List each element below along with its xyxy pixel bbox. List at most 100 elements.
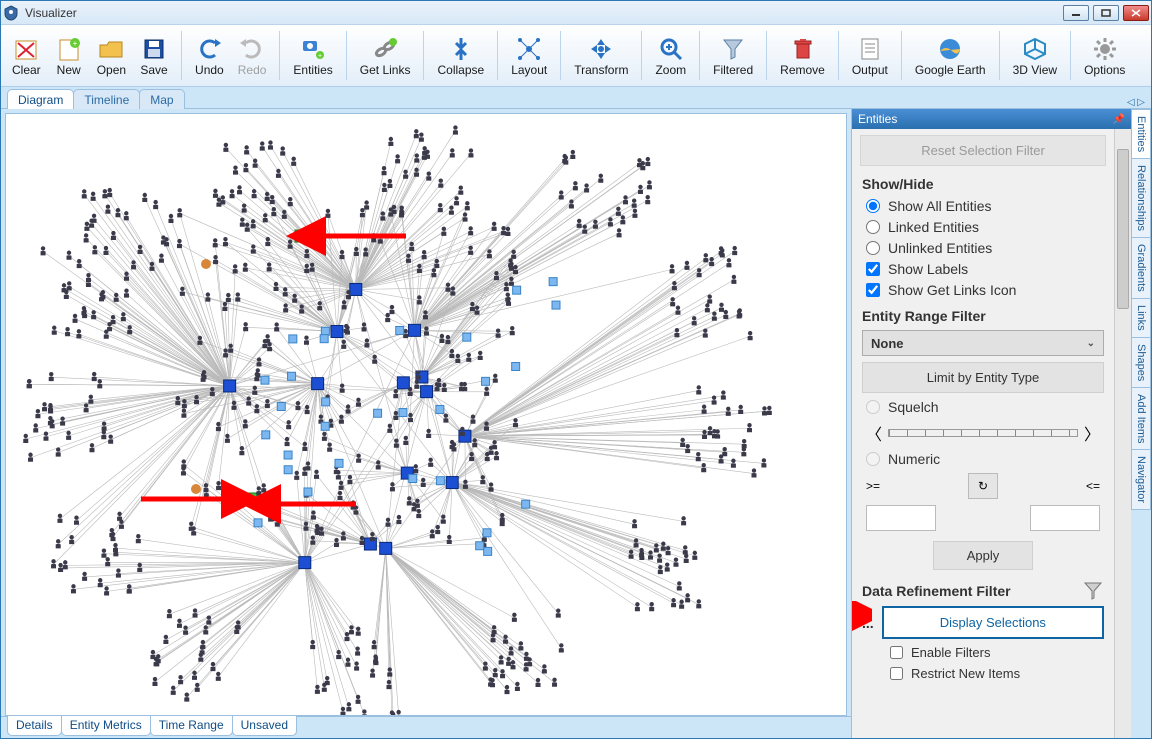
toolbar-save-button[interactable]: Save — [133, 27, 175, 84]
toolbar-label: Get Links — [360, 63, 411, 77]
pin-icon[interactable]: 📌 — [1113, 114, 1125, 125]
save-icon — [140, 35, 168, 63]
toolbar-open-button[interactable]: Open — [90, 27, 133, 84]
filtered-icon — [719, 35, 747, 63]
bottom-tab-time-range[interactable]: Time Range — [150, 716, 233, 736]
range-combo[interactable]: None ⌄ — [862, 330, 1104, 356]
refine-dots[interactable]: ... — [862, 615, 874, 631]
toolbar-label: Google Earth — [915, 63, 986, 77]
enable-filters-label: Enable Filters — [911, 645, 990, 660]
showhide-radio-label: Linked Entities — [888, 219, 979, 235]
toolbar-remove-button[interactable]: Remove — [773, 27, 832, 84]
toolbar-layout-button[interactable]: Layout — [504, 27, 554, 84]
squelch-slider[interactable] — [888, 429, 1078, 437]
output-icon — [856, 35, 884, 63]
bottom-tab-details[interactable]: Details — [7, 716, 62, 736]
toolbar-filtered-button[interactable]: Filtered — [706, 27, 760, 84]
top-tab-strip: DiagramTimelineMap ◁ ▷ — [1, 87, 1151, 109]
showhide-title: Show/Hide — [862, 176, 1104, 192]
showhide-check-1[interactable] — [866, 283, 880, 297]
toolbar-clear-button[interactable]: Clear — [5, 27, 48, 84]
toolbar-new-button[interactable]: +New — [48, 27, 90, 84]
tab-timeline[interactable]: Timeline — [73, 89, 140, 109]
toolbar-label: Collapse — [437, 63, 484, 77]
side-panel-header: Entities 📌 — [852, 109, 1131, 129]
chevron-down-icon: ⌄ — [1087, 338, 1095, 349]
refine-title: Data Refinement Filter — [862, 583, 1011, 599]
toolbar-options-button[interactable]: Options — [1077, 27, 1132, 84]
vert-tab-add-items[interactable]: Add Items — [1131, 387, 1151, 451]
tab-scroll-arrows[interactable]: ◁ ▷ — [1127, 97, 1145, 108]
showhide-radio-label: Unlinked Entities — [888, 240, 992, 256]
showhide-check-0[interactable] — [866, 262, 880, 276]
undo-icon — [195, 35, 223, 63]
toolbar-output-button[interactable]: Output — [845, 27, 895, 84]
toolbar-collapse-button[interactable]: Collapse — [430, 27, 491, 84]
vert-tab-relationships[interactable]: Relationships — [1131, 158, 1151, 238]
range-combo-value: None — [871, 336, 904, 351]
side-scrollbar[interactable] — [1114, 129, 1131, 738]
toolbar-label: Output — [852, 63, 888, 77]
close-button[interactable] — [1123, 5, 1149, 21]
slider-left-arrow-icon[interactable]: 〈 — [866, 421, 882, 445]
squelch-radio — [866, 400, 880, 414]
numeric-label: Numeric — [888, 451, 940, 467]
toolbar-redo-button[interactable]: Redo — [231, 27, 274, 84]
toolbar-label: Undo — [195, 63, 224, 77]
showhide-radio-0[interactable] — [866, 199, 880, 213]
ge-label: >= — [866, 479, 880, 493]
reset-selection-filter-button[interactable]: Reset Selection Filter — [860, 135, 1106, 166]
toolbar-3dview-button[interactable]: 3D View — [1006, 27, 1064, 84]
vert-tab-navigator[interactable]: Navigator — [1131, 449, 1151, 510]
showhide-check-label: Show Labels — [888, 261, 968, 277]
bottom-tab-unsaved[interactable]: Unsaved — [232, 716, 297, 736]
tab-map[interactable]: Map — [139, 89, 184, 109]
toolbar-googleearth-button[interactable]: Google Earth — [908, 27, 993, 84]
toolbar-zoom-button[interactable]: Zoom — [648, 27, 693, 84]
funnel-icon[interactable] — [1082, 580, 1104, 602]
limit-entity-type-button[interactable]: Limit by Entity Type — [862, 362, 1104, 393]
redo-icon — [238, 35, 266, 63]
diagram-canvas[interactable] — [5, 113, 847, 716]
showhide-radio-2[interactable] — [866, 241, 880, 255]
toolbar-transform-button[interactable]: Transform — [567, 27, 635, 84]
minimize-button[interactable] — [1063, 5, 1089, 21]
toolbar-label: Transform — [574, 63, 628, 77]
toolbar: Clear +New Open Save Undo Redo +Entities Get Li… — [1, 25, 1151, 87]
zoom-icon — [657, 35, 685, 63]
svg-text:+: + — [318, 53, 322, 60]
restrict-new-items-checkbox[interactable] — [890, 667, 903, 680]
getlinks-icon — [371, 35, 399, 63]
svg-text:+: + — [72, 39, 77, 48]
googleearth-icon — [936, 35, 964, 63]
showhide-radio-label: Show All Entities — [888, 198, 992, 214]
toolbar-entities-button[interactable]: +Entities — [286, 27, 339, 84]
vert-tab-entities[interactable]: Entities — [1131, 109, 1151, 159]
toolbar-label: Save — [140, 63, 167, 77]
toolbar-getlinks-button[interactable]: Get Links — [353, 27, 418, 84]
apply-button[interactable]: Apply — [933, 541, 1033, 570]
bottom-tab-entity-metrics[interactable]: Entity Metrics — [61, 716, 151, 736]
vertical-tab-strip: EntitiesRelationshipsGradientsLinksShape… — [1131, 109, 1151, 738]
3dview-icon — [1021, 35, 1049, 63]
showhide-radio-1[interactable] — [866, 220, 880, 234]
toolbar-label: 3D View — [1013, 63, 1057, 77]
toolbar-undo-button[interactable]: Undo — [188, 27, 231, 84]
range-title: Entity Range Filter — [862, 308, 1104, 324]
vert-tab-gradients[interactable]: Gradients — [1131, 237, 1151, 299]
new-icon: + — [55, 35, 83, 63]
numeric-reset-button[interactable]: ↻ — [968, 473, 998, 499]
tab-diagram[interactable]: Diagram — [7, 89, 74, 109]
le-field[interactable] — [1030, 505, 1100, 531]
toolbar-label: Clear — [12, 63, 41, 77]
enable-filters-checkbox[interactable] — [890, 646, 903, 659]
slider-right-arrow-icon[interactable]: 〉 — [1084, 421, 1100, 445]
maximize-button[interactable] — [1093, 5, 1119, 21]
le-label: <= — [1086, 479, 1100, 493]
vert-tab-links[interactable]: Links — [1131, 298, 1151, 338]
clear-icon — [12, 35, 40, 63]
ge-field[interactable] — [866, 505, 936, 531]
display-selections-button[interactable]: Display Selections — [882, 606, 1104, 639]
toolbar-label: Open — [97, 63, 126, 77]
vert-tab-shapes[interactable]: Shapes — [1131, 337, 1151, 388]
